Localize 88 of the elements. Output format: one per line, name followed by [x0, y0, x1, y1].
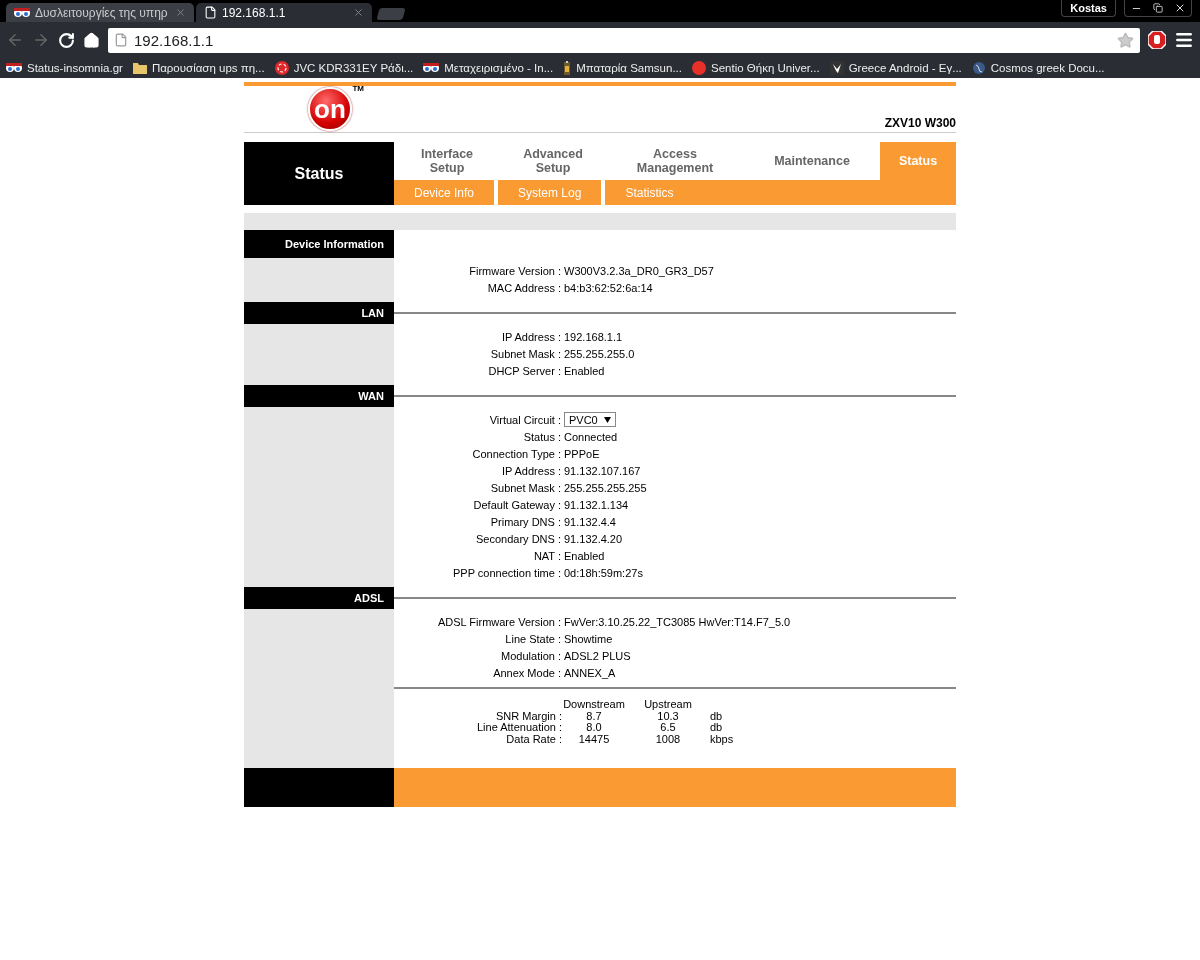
field-value: 192.168.1.1 — [564, 330, 623, 343]
field-value: Connected — [564, 430, 618, 443]
star-icon[interactable] — [1117, 31, 1134, 49]
folder-icon — [132, 62, 147, 74]
bookmark[interactable]: JVC KDR331EY Ράδι... — [274, 61, 414, 75]
battery-icon — [563, 61, 572, 75]
field-value: ADSL2 PLUS — [564, 649, 631, 662]
dot-icon — [692, 61, 706, 75]
table-cell-text: 8.7 — [585, 710, 603, 722]
reload-icon[interactable] — [58, 31, 75, 49]
field-value: PPPoE — [564, 447, 600, 460]
field-label: IP Address : — [500, 330, 561, 343]
field-value: 91.132.4.4 — [564, 515, 616, 528]
bookmark[interactable]: Status-insomnia.gr — [6, 62, 123, 74]
field-value: W300V3.2.3a_DR0_GR3_D57 — [564, 264, 714, 277]
field-label: Modulation : — [500, 649, 561, 662]
field-label: DHCP Server : — [487, 364, 561, 377]
bookmark[interactable]: Sentio Θήκη Univer... — [692, 61, 820, 75]
table-cell-text: 8.0 — [585, 722, 603, 734]
menu-icon[interactable] — [1174, 30, 1194, 50]
stat-label: Line Attenuation : — [476, 722, 562, 734]
caret-icon — [603, 416, 611, 423]
unit-label: db — [710, 722, 724, 734]
model-name: ZXV10 W300 — [884, 116, 956, 132]
field-label: Line State : — [504, 632, 561, 645]
bookmark[interactable]: Cosmos greek Docu... — [971, 61, 1105, 75]
unit-label: db — [710, 710, 724, 722]
field-label: Subnet Mask : — [489, 347, 561, 360]
field-label: MAC Address : — [486, 281, 561, 294]
field-label: Status : — [522, 430, 561, 443]
field-value: 91.132.1.134 — [564, 498, 629, 511]
page-icon — [114, 33, 128, 47]
bookmark[interactable]: Μεταχειρισμένο - In... — [423, 62, 554, 74]
field-value: 91.132.107.167 — [564, 464, 641, 477]
table-cell-text: 6.5 — [659, 722, 677, 734]
home-icon[interactable] — [83, 31, 100, 49]
address-bar[interactable]: 192.168.1.1 — [108, 27, 1140, 53]
field-label: Annex Mode : — [492, 666, 561, 679]
browser-tab[interactable]: 192.168.1.1 — [196, 3, 372, 22]
table-cell-text: 14475 — [577, 733, 611, 745]
field-value: ANNEX_A — [564, 666, 616, 679]
field-label: Connection Type : — [471, 447, 561, 460]
restore-icon[interactable] — [1153, 3, 1163, 13]
field-value: 91.132.4.20 — [564, 532, 623, 545]
browser-tab[interactable]: Δυσλειτουργίες της υπηρ — [6, 3, 194, 22]
field-value: FwVer:3.10.25.22_TC3085 HwVer:T14.F7_5.0 — [564, 615, 791, 628]
column-header: Upstream — [643, 699, 693, 711]
close-icon[interactable] — [1174, 2, 1186, 14]
field-value: Showtime — [564, 632, 613, 645]
stat-label: Data Rate : — [505, 733, 562, 745]
field-value: 255.255.255.0 — [564, 347, 635, 360]
field-label: Subnet Mask : — [489, 481, 561, 494]
bookmark[interactable]: Greece Android - Εγ... — [829, 61, 962, 75]
eyes-icon — [14, 7, 30, 18]
stat-label: SNR Margin : — [494, 710, 562, 722]
field-label: ADSL Firmware Version : — [436, 615, 561, 628]
field-value: Enabled — [564, 549, 605, 562]
eyes-icon — [423, 63, 440, 73]
unit-label: kbps — [710, 733, 735, 745]
field-value: Enabled — [564, 364, 605, 377]
globe-icon — [971, 61, 986, 75]
field-label: IP Address : — [500, 464, 561, 477]
section-header: ADSL — [244, 587, 394, 609]
bookmark[interactable]: Μπαταρία Samsun... — [563, 61, 682, 75]
field-label: Virtual Circuit : — [488, 413, 561, 426]
field-value: 255.255.255.255 — [564, 481, 647, 494]
field-label: Firmware Version : — [468, 264, 561, 277]
field-value: 0d:18h:59m:27s — [564, 566, 643, 579]
eyes-icon — [6, 63, 22, 73]
field-value: b4:b3:62:52:6a:14 — [564, 281, 653, 294]
column-header: Downstream — [562, 699, 626, 711]
field-label: Default Gateway : — [472, 498, 561, 511]
trademark: TM — [352, 85, 364, 93]
table-cell-text: 1008 — [654, 733, 682, 745]
section-header: LAN — [244, 302, 394, 324]
section-header: Device Information — [244, 230, 394, 258]
bookmark[interactable]: Παρουσίαση ups πη... — [132, 62, 265, 74]
page-title: Status — [244, 142, 394, 205]
field-label: PPP connection time : — [451, 566, 561, 579]
spiral-icon — [274, 61, 289, 75]
page-icon — [204, 6, 217, 19]
field-label: NAT : — [532, 549, 561, 562]
circuit-select[interactable]: PVC0 — [564, 412, 616, 427]
section-header: WAN — [244, 385, 394, 407]
table-cell-text: 10.3 — [657, 710, 679, 722]
field-label: Secondary DNS : — [475, 532, 561, 545]
field-label: Primary DNS : — [489, 515, 561, 528]
profile-button[interactable]: Kostas — [1061, 0, 1116, 17]
